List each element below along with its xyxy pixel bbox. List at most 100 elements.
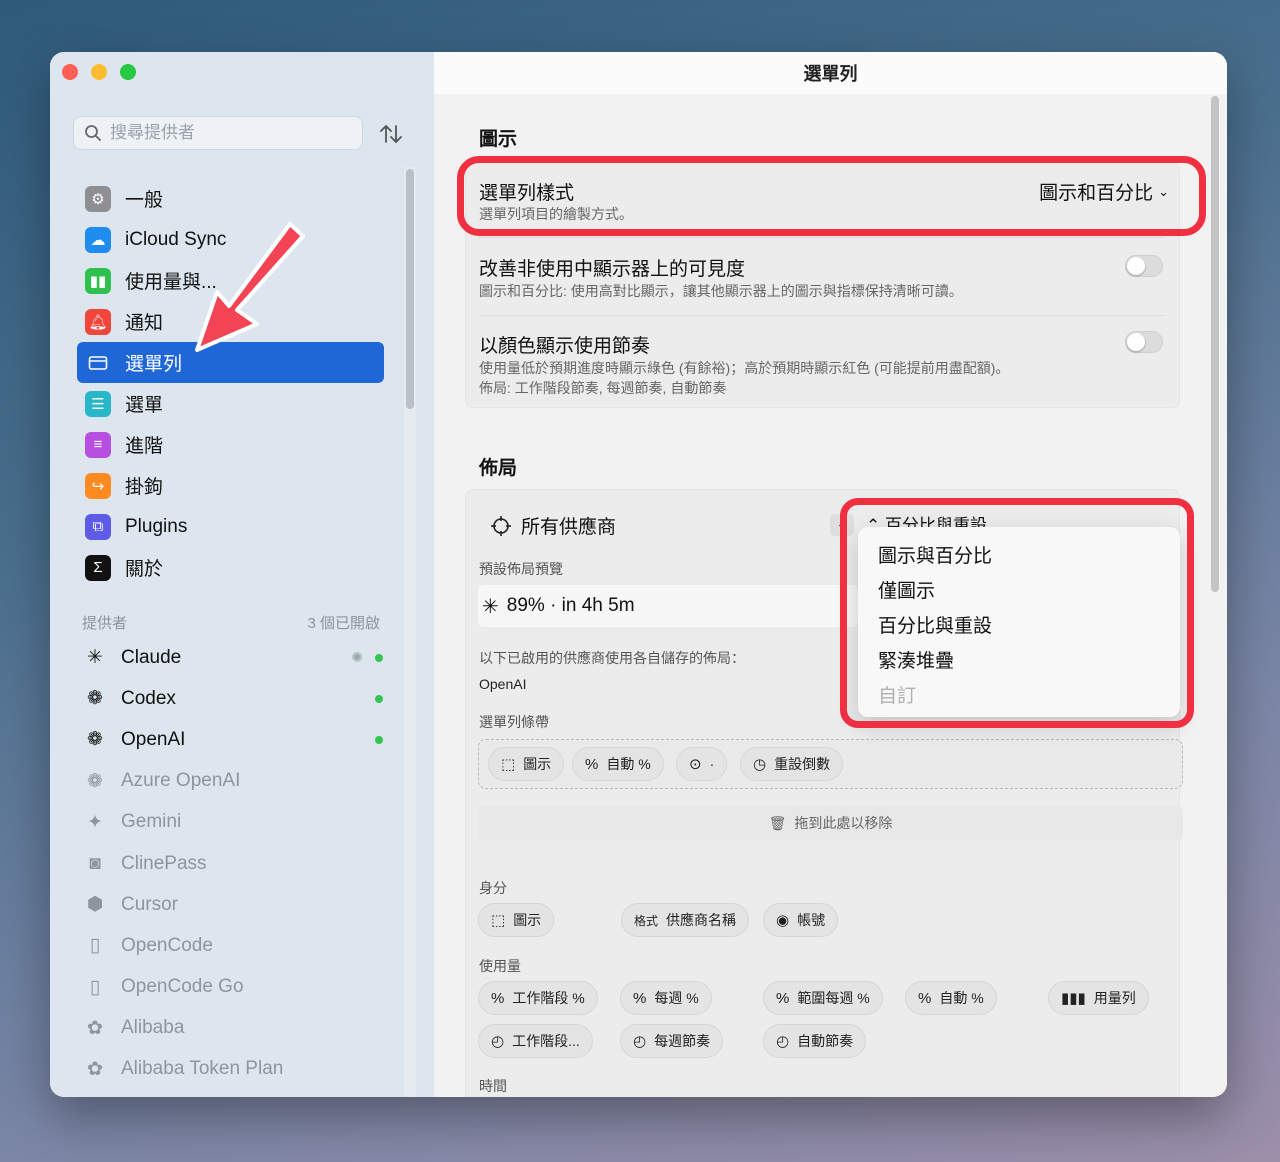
usage-chip-weekly[interactable]: % 每週 % bbox=[620, 981, 712, 1015]
provider-openai[interactable]: ❁ OpenAI bbox=[83, 719, 383, 760]
strip-chip-reset-countdown[interactable]: ◷ 重設倒數 bbox=[740, 747, 844, 781]
providers-list: ✳ Claude ✺ ❁ Codex ❁ OpenAI ❁ Azure Open… bbox=[83, 637, 383, 1090]
chip-label: 用量列 bbox=[1093, 990, 1136, 1006]
provider-search[interactable] bbox=[73, 116, 363, 150]
provider-name: Alibaba bbox=[121, 1017, 185, 1039]
usage-chip-session[interactable]: % 工作階段 % bbox=[478, 981, 598, 1015]
sort-icon[interactable] bbox=[378, 122, 404, 146]
provider-alibaba-token-plan[interactable]: ✿ Alibaba Token Plan bbox=[83, 1049, 383, 1090]
sidebar: ⚙ 一般 ☁ iCloud Sync ▮▮ 使用量與... 🔔︎ 通知 選單列 … bbox=[50, 52, 434, 1097]
dashed-square-icon: ⬚ bbox=[491, 912, 506, 929]
sidebar-item-label: Plugins bbox=[125, 515, 188, 537]
percent-icon: % bbox=[776, 989, 790, 1007]
zoom-window-button[interactable] bbox=[120, 64, 136, 80]
search-icon bbox=[85, 125, 101, 141]
chip-label: 自動 % bbox=[939, 990, 984, 1006]
chip-label: 圖示 bbox=[523, 756, 552, 772]
layout-section-title: 佈局 bbox=[479, 458, 518, 479]
percent-icon: % bbox=[633, 989, 647, 1007]
gear-icon: ✿ bbox=[87, 1017, 103, 1039]
identity-chip-account[interactable]: ◉ 帳號 bbox=[763, 903, 839, 937]
drop-hint: 拖到此處以移除 bbox=[794, 815, 893, 831]
claude-icon: ✳ bbox=[482, 595, 499, 618]
chip-label: 圖示 bbox=[513, 912, 542, 928]
sidebar-item-menu[interactable]: ☰ 選單 bbox=[77, 383, 384, 424]
identity-chip-provider-name[interactable]: 格式 供應商名稱 bbox=[621, 903, 750, 937]
provider-azure-openai[interactable]: ❁ Azure OpenAI bbox=[83, 761, 383, 802]
sidebar-item-advanced[interactable]: ≡ 進階 bbox=[77, 424, 384, 465]
sidebar-item-hooks[interactable]: ↪ 掛鉤 bbox=[77, 465, 384, 506]
provider-name: OpenCode bbox=[121, 934, 213, 956]
target-icon: ⊙ bbox=[689, 756, 702, 773]
provider-alibaba[interactable]: ✿ Alibaba bbox=[83, 1008, 383, 1049]
sidebar-item-plugins[interactable]: ⧉ Plugins bbox=[77, 506, 384, 547]
sidebar-item-label: 掛鉤 bbox=[125, 477, 164, 498]
bar-chart-icon: ▮▮ bbox=[85, 267, 111, 294]
dashed-square-icon: ⬚ bbox=[501, 756, 516, 773]
preview-box: ✳ 89% · in 4h 5m bbox=[478, 585, 858, 627]
provider-claude[interactable]: ✳ Claude ✺ bbox=[83, 637, 383, 678]
usage-chip-auto[interactable]: % 自動 % bbox=[905, 981, 997, 1015]
sidebar-item-general[interactable]: ⚙ 一般 bbox=[77, 178, 384, 219]
pace-chip-session[interactable]: ◴ 工作階段... bbox=[478, 1024, 593, 1058]
sidebar-scrollbar[interactable] bbox=[404, 167, 416, 1097]
search-input[interactable] bbox=[108, 122, 342, 144]
chip-label: 供應商名稱 bbox=[666, 912, 737, 928]
usage-chip-scoped-weekly[interactable]: % 範圍每週 % bbox=[763, 981, 883, 1015]
provider-opencode-go[interactable]: ▯ OpenCode Go bbox=[83, 967, 383, 1008]
pace-toggle[interactable] bbox=[1125, 331, 1163, 353]
providers-count: 3 個已開啟 bbox=[307, 615, 380, 632]
remove-dropzone[interactable]: 🗑︎ 拖到此處以移除 bbox=[478, 806, 1183, 840]
enabled-dot bbox=[375, 653, 383, 662]
provider-name: ClinePass bbox=[121, 852, 207, 874]
usage-chip-usage-bar[interactable]: ▮▮▮ 用量列 bbox=[1048, 981, 1149, 1015]
visibility-toggle[interactable] bbox=[1125, 255, 1163, 277]
bell-icon: 🔔︎ bbox=[85, 308, 111, 335]
preview-label: 預設佈局預覽 bbox=[479, 561, 563, 577]
provider-gemini[interactable]: ✦ Gemini bbox=[83, 802, 383, 843]
provider-codex[interactable]: ❁ Codex bbox=[83, 678, 383, 719]
provider-name: Cursor bbox=[121, 893, 179, 915]
chip-label: · bbox=[709, 756, 715, 772]
provider-scope: 所有供應商 bbox=[490, 512, 616, 539]
chip-label: 帳號 bbox=[797, 912, 826, 928]
sidebar-item-about[interactable]: Σ 關於 bbox=[77, 547, 384, 588]
gear-icon: ⚙ bbox=[85, 185, 111, 212]
provider-clinepass[interactable]: ◙ ClinePass bbox=[83, 843, 383, 884]
strip-chip-icon[interactable]: ⬚ 圖示 bbox=[488, 747, 565, 781]
providers-label: 提供者 bbox=[82, 615, 128, 632]
percent-icon: % bbox=[491, 989, 505, 1007]
minimize-window-button[interactable] bbox=[91, 64, 107, 80]
enabled-dot bbox=[375, 694, 383, 703]
plugin-icon: ⧉ bbox=[85, 513, 111, 540]
pace-chip-weekly[interactable]: ◴ 每週節奏 bbox=[620, 1024, 724, 1058]
sidebar-item-label: 選單 bbox=[125, 395, 164, 416]
gauge-icon: ◴ bbox=[633, 1033, 647, 1050]
chip-label: 工作階段 % bbox=[512, 990, 585, 1006]
time-label: 時間 bbox=[479, 1078, 507, 1094]
sidebar-item-label: 選單列 bbox=[125, 354, 183, 375]
strip-chip-auto-percent[interactable]: % 自動 % bbox=[572, 747, 664, 781]
main-panel: 選單列 圖示 選單列樣式 選單列項目的繪製方式。 圖示和百分比 ⌄ 改善非使用中… bbox=[434, 52, 1227, 1097]
sidebar-item-label: 關於 bbox=[125, 559, 164, 580]
square-icon: ▯ bbox=[89, 976, 101, 998]
highlight-annotation bbox=[840, 498, 1194, 728]
format-icon: 格式 bbox=[634, 913, 659, 928]
usage-label: 使用量 bbox=[479, 958, 521, 974]
bar-chart-icon: ▮▮▮ bbox=[1061, 990, 1086, 1007]
chip-label: 工作階段... bbox=[512, 1033, 580, 1049]
identity-chip-icon[interactable]: ⬚ 圖示 bbox=[478, 903, 555, 937]
openai-icon: ❁ bbox=[87, 688, 103, 710]
pace-chip-auto[interactable]: ◴ 自動節奏 bbox=[763, 1024, 867, 1058]
sparkle-icon: ✦ bbox=[87, 811, 103, 833]
square-icon: ▯ bbox=[89, 935, 101, 957]
main-scrollbar[interactable] bbox=[1209, 96, 1221, 1096]
percent-icon: % bbox=[918, 989, 932, 1007]
provider-cursor[interactable]: ⬢ Cursor bbox=[83, 884, 383, 925]
settings-window: ⚙ 一般 ☁ iCloud Sync ▮▮ 使用量與... 🔔︎ 通知 選單列 … bbox=[50, 52, 1227, 1097]
provider-opencode[interactable]: ▯ OpenCode bbox=[83, 925, 383, 966]
menubar-icon bbox=[85, 350, 111, 376]
sliders-icon: ≡ bbox=[85, 431, 111, 458]
close-window-button[interactable] bbox=[62, 64, 78, 80]
strip-chip-separator[interactable]: ⊙ · bbox=[676, 747, 728, 781]
